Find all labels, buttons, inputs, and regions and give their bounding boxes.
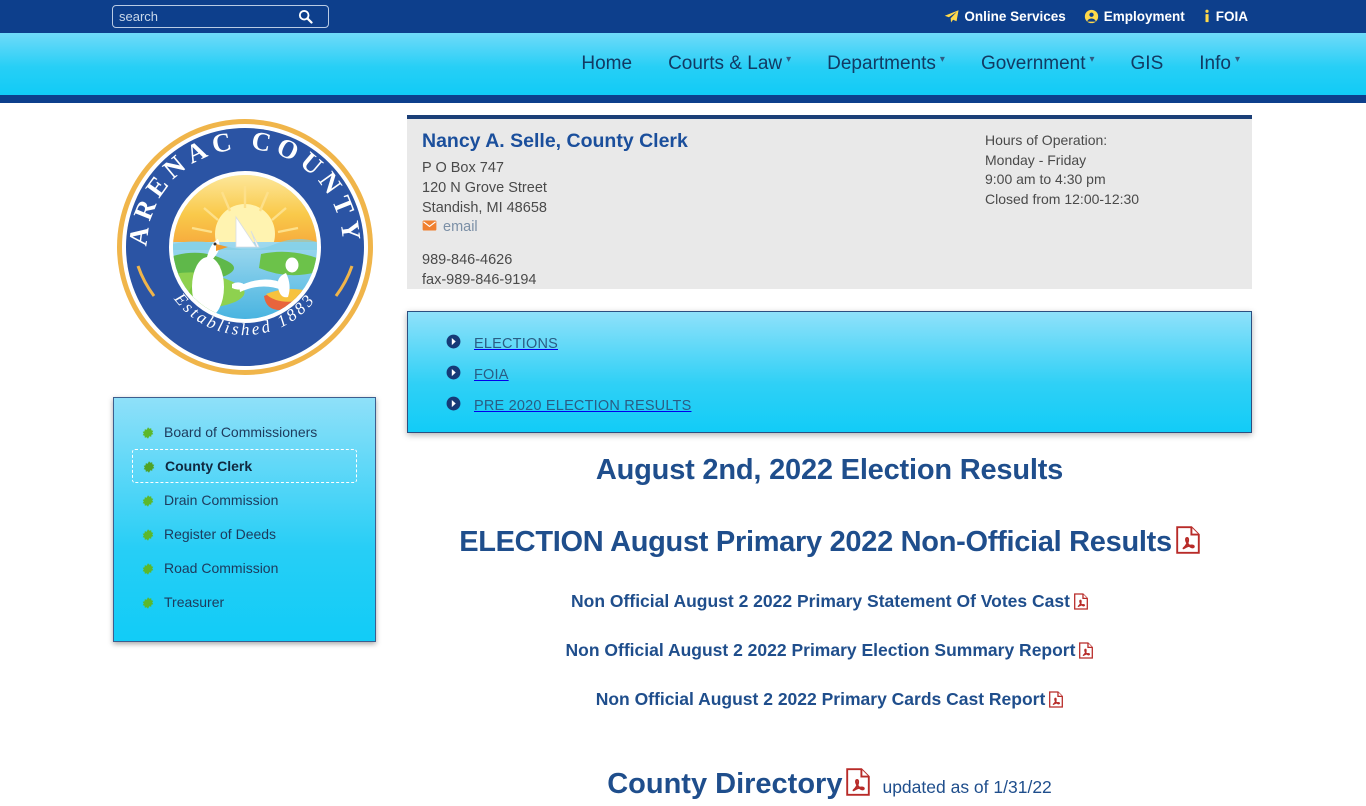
document-link-cards-cast-report[interactable]: Non Official August 2 2022 Primary Cards… — [407, 688, 1252, 714]
chevron-down-icon: ▾ — [1234, 53, 1240, 65]
nav-item-courts-law[interactable]: Courts & Law ▾ — [650, 53, 809, 75]
sidebar-item-board-of-commissioners[interactable]: Board of Commissioners — [132, 415, 357, 449]
hours-days: Monday - Friday — [985, 151, 1087, 168]
gear-bullet-icon — [142, 562, 154, 575]
envelope-icon — [422, 219, 437, 235]
sidebar-item-label: County Clerk — [165, 458, 253, 474]
search-box[interactable] — [112, 5, 329, 28]
nav-item-home[interactable]: Home — [563, 53, 650, 75]
panel-link-label: ELECTIONS — [474, 335, 558, 352]
address-line-3: Standish, MI 48658 — [422, 200, 547, 217]
sidebar-item-label: Treasurer — [164, 594, 225, 610]
panel-link-elections[interactable]: ELECTIONS — [446, 328, 1251, 359]
nav-label: GIS — [1130, 53, 1164, 74]
county-seal-logo[interactable]: ARENAC COUNTY Established 1883 — [114, 116, 376, 378]
sidebar-item-county-clerk[interactable]: County Clerk — [132, 449, 357, 483]
arrow-circle-right-icon — [446, 396, 461, 416]
address-line-1: P O Box 747 — [422, 160, 504, 177]
document-link-label: Non Official August 2 2022 Primary State… — [571, 591, 1070, 612]
nav-item-departments[interactable]: Departments ▾ — [809, 53, 963, 75]
employment-link[interactable]: Employment — [1084, 9, 1185, 24]
chevron-down-icon: ▾ — [1089, 53, 1095, 65]
email-label: email — [443, 219, 478, 236]
foia-label: FOIA — [1215, 9, 1248, 24]
document-link-label: Non Official August 2 2022 Primary Elect… — [565, 640, 1076, 661]
nav-items: Home Courts & Law ▾ Departments ▾ Govern… — [563, 33, 1258, 95]
contact-card: Nancy A. Selle, County Clerk P O Box 747… — [407, 115, 1252, 289]
document-link-statement-of-votes-cast[interactable]: Non Official August 2 2022 Primary State… — [407, 590, 1252, 616]
results-heading: ELECTION August Primary 2022 Non-Officia… — [407, 524, 1252, 565]
chevron-down-icon: ▾ — [939, 53, 945, 65]
nav-item-gis[interactable]: GIS — [1113, 53, 1182, 75]
gear-bullet-icon — [142, 528, 154, 541]
panel-link-label: PRE 2020 ELECTION RESULTS — [474, 397, 692, 414]
phone-number: 989-846-4626 — [422, 252, 513, 269]
sidebar-item-road-commission[interactable]: Road Commission — [132, 551, 357, 585]
hours-of-operation: Hours of Operation: Monday - Friday 9:00… — [985, 131, 1139, 209]
gear-bullet-icon — [142, 596, 154, 609]
pdf-icon — [1079, 642, 1094, 665]
top-links: Online Services Employment FOIA — [944, 0, 1248, 33]
fax-number: fax-989-846-9194 — [422, 272, 537, 289]
nav-item-info[interactable]: Info ▾ — [1181, 53, 1258, 75]
sidebar-item-label: Register of Deeds — [164, 526, 277, 542]
panel-link-label: FOIA — [474, 366, 509, 383]
address-line-2: 120 N Grove Street — [422, 180, 547, 197]
pdf-icon — [1073, 593, 1088, 616]
pdf-icon — [846, 767, 871, 806]
county-directory-updated: updated as of 1/31/22 — [882, 776, 1052, 797]
nav-label: Info — [1199, 53, 1231, 74]
foia-link[interactable]: FOIA — [1203, 9, 1248, 24]
sidebar-item-register-of-deeds[interactable]: Register of Deeds — [132, 517, 357, 551]
document-link-election-summary-report[interactable]: Non Official August 2 2022 Primary Elect… — [407, 639, 1252, 665]
sidebar-item-drain-commission[interactable]: Drain Commission — [132, 483, 357, 517]
document-link-label: Non Official August 2 2022 Primary Cards… — [595, 688, 1046, 709]
panel-link-foia[interactable]: FOIA — [446, 359, 1251, 390]
nav-label: Home — [581, 53, 633, 74]
gear-bullet-icon — [142, 494, 154, 507]
page-title: August 2nd, 2022 Election Results — [595, 454, 1064, 486]
online-services-link[interactable]: Online Services — [944, 9, 1066, 24]
pdf-icon[interactable] — [1176, 525, 1200, 565]
hours-closed: Closed from 12:00-12:30 — [985, 190, 1140, 207]
department-sidebar: Board of Commissioners County Clerk Drai… — [113, 397, 376, 642]
contact-details: Nancy A. Selle, County Clerk P O Box 747… — [422, 129, 688, 290]
results-heading-label: ELECTION August Primary 2022 Non-Officia… — [459, 525, 1172, 558]
search-input[interactable] — [113, 6, 291, 27]
chevron-down-icon: ▾ — [786, 53, 792, 65]
nav-label: Courts & Law — [668, 53, 783, 74]
sidebar-item-label: Drain Commission — [164, 492, 279, 508]
county-directory-line[interactable]: County Directory updated as of 1/31/22 — [407, 766, 1252, 806]
online-services-label: Online Services — [964, 9, 1066, 24]
main-content: August 2nd, 2022 Election Results ELECTI… — [407, 440, 1252, 806]
sidebar-item-treasurer[interactable]: Treasurer — [132, 585, 357, 619]
clerk-name: Nancy A. Selle, County Clerk — [422, 130, 688, 152]
panel-link-pre-2020-election-results[interactable]: PRE 2020 ELECTION RESULTS — [446, 390, 1251, 421]
paper-plane-icon — [944, 9, 959, 24]
info-icon — [1203, 9, 1211, 24]
user-circle-icon — [1084, 9, 1099, 24]
hours-time: 9:00 am to 4:30 pm — [985, 171, 1106, 188]
quick-links-panel: ELECTIONS FOIA PRE 2020 ELECTION RESULTS — [407, 311, 1252, 433]
search-icon — [298, 9, 313, 24]
nav-bottom-rule — [0, 95, 1366, 103]
employment-label: Employment — [1103, 9, 1185, 24]
search-button[interactable] — [291, 6, 319, 27]
top-utility-bar: Online Services Employment FOIA — [0, 0, 1366, 33]
hours-title: Hours of Operation: — [985, 132, 1108, 148]
nav-label: Departments — [827, 53, 936, 74]
pdf-icon — [1049, 691, 1064, 714]
nav-label: Government — [980, 53, 1086, 74]
arrow-circle-right-icon — [446, 334, 461, 354]
arrow-circle-right-icon — [446, 365, 461, 385]
sidebar-item-label: Road Commission — [164, 560, 279, 576]
main-navigation: Home Courts & Law ▾ Departments ▾ Govern… — [0, 33, 1366, 95]
sidebar-item-label: Board of Commissioners — [164, 424, 318, 440]
gear-bullet-icon — [143, 460, 155, 473]
nav-item-government[interactable]: Government ▾ — [963, 53, 1113, 75]
county-directory-label: County Directory — [607, 767, 843, 800]
gear-bullet-icon — [142, 426, 154, 439]
email-link[interactable]: email — [422, 219, 478, 235]
